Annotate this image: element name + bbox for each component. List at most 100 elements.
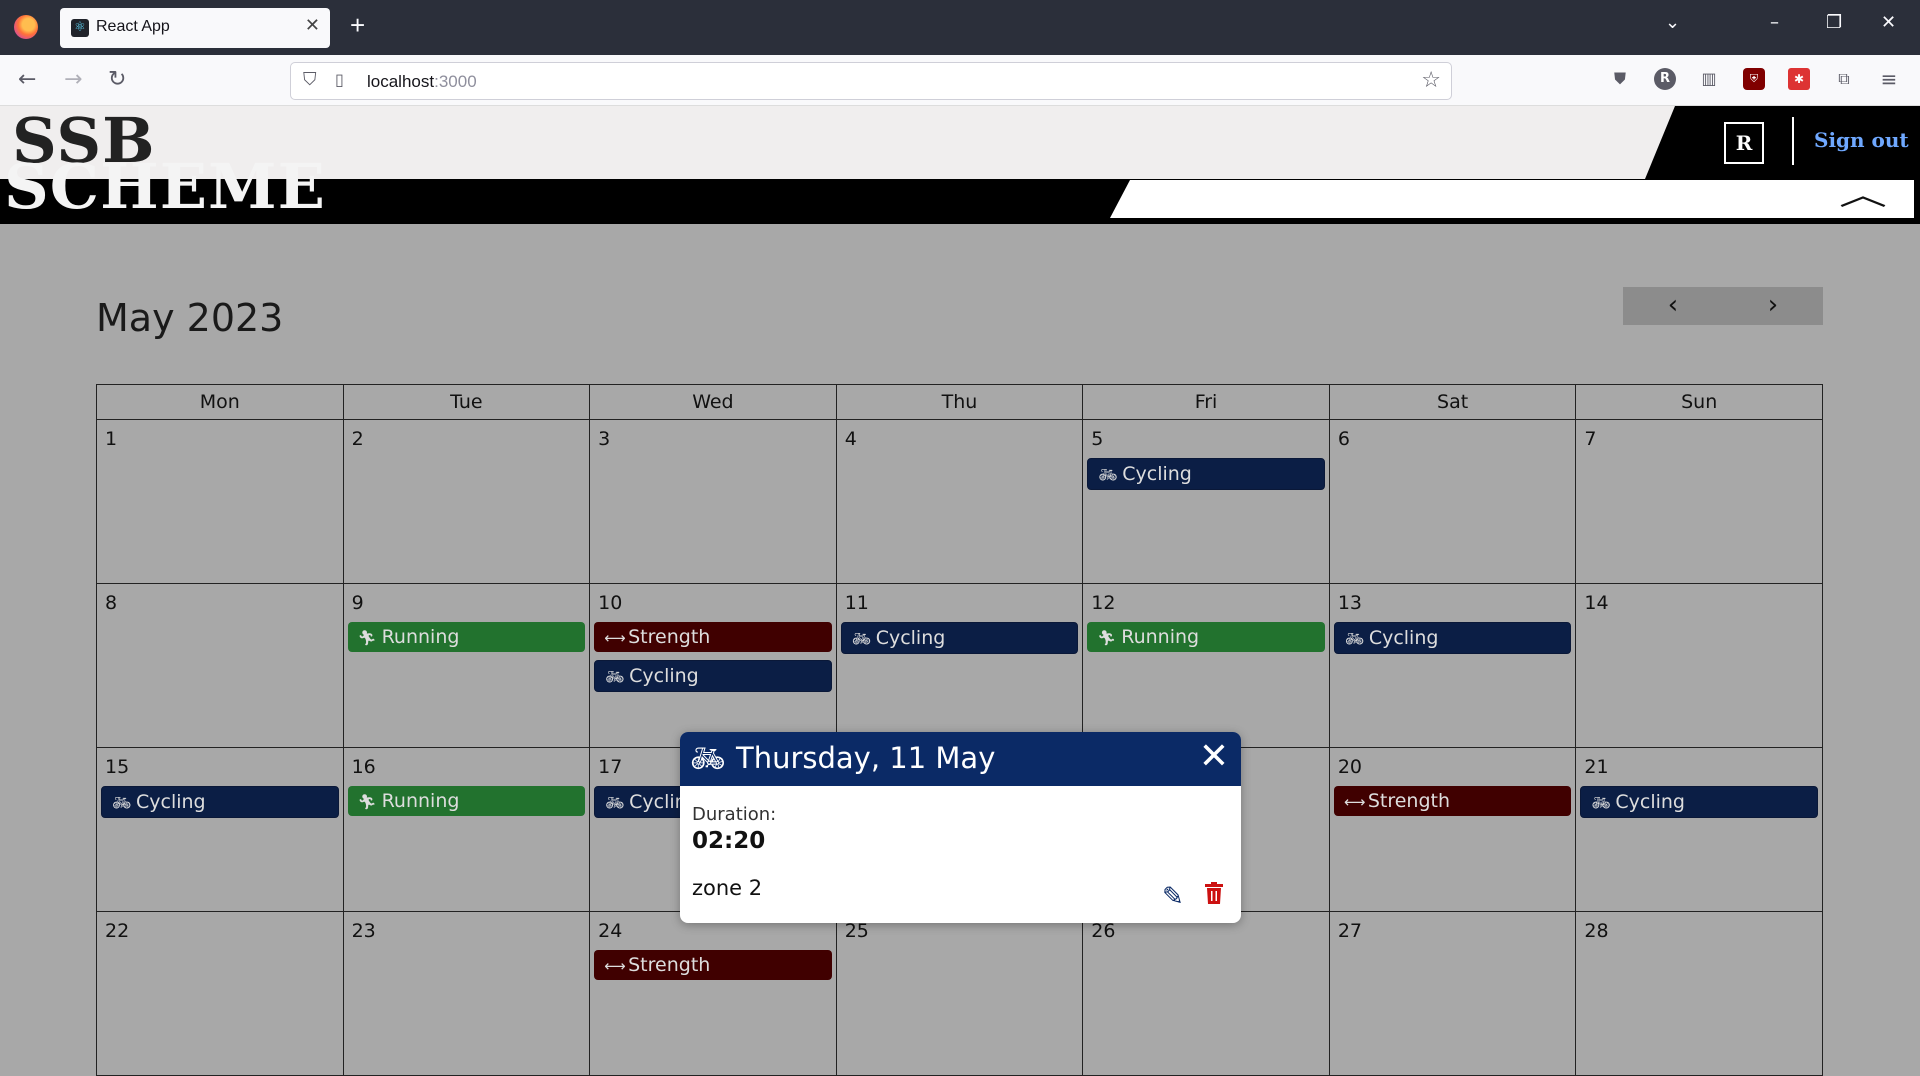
calendar-day-cell[interactable]: 2 — [342, 419, 591, 584]
extensions-puzzle-icon[interactable]: ⧉ — [1833, 68, 1855, 90]
list-all-tabs-icon[interactable]: ⌄ — [1665, 12, 1680, 33]
window-close-icon[interactable]: ✕ — [1881, 12, 1896, 33]
browser-tab[interactable]: ⚛ React App ✕ — [60, 8, 330, 48]
calendar-day-cell[interactable]: 13 🚲︎ Cycling — [1328, 583, 1577, 748]
dumbbell-icon: ⟷ — [604, 957, 626, 975]
day-number: 7 — [1584, 428, 1597, 450]
delete-trash-icon[interactable] — [1204, 882, 1224, 904]
next-month-button[interactable]: › — [1723, 290, 1823, 320]
calendar-grid: Mon Tue Wed Thu Fri Sat Sun 1 2 3 4 5 🚲︎ Cycli… — [96, 384, 1823, 1076]
calendar-day-cell[interactable]: 4 — [835, 419, 1084, 584]
forward-arrow-icon[interactable]: → — [64, 67, 82, 92]
bicycle-icon: 🚲︎ — [1098, 466, 1118, 484]
calendar-day-cell[interactable]: 22 — [96, 911, 344, 1076]
day-number: 10 — [598, 592, 623, 614]
day-number: 13 — [1337, 592, 1362, 614]
tab-close-icon[interactable]: ✕ — [305, 15, 320, 36]
edit-pencil-icon[interactable]: ✎ — [1162, 882, 1184, 912]
weekday-tue: Tue — [342, 384, 591, 420]
event-strength[interactable]: ⟷ Strength — [1333, 786, 1572, 816]
event-label: Cycling — [1122, 463, 1192, 485]
calendar-day-cell[interactable]: 12 🏃︎ Running — [1082, 583, 1330, 748]
page-info-icon[interactable]: ▯ — [335, 70, 344, 89]
sign-out-button[interactable]: Sign out — [1814, 128, 1909, 152]
extension-red-icon[interactable]: ✱ — [1788, 68, 1810, 90]
calendar-day-cell[interactable]: 21 🚲︎ Cycling — [1575, 747, 1823, 912]
duration-value: 02:20 — [692, 828, 766, 854]
event-strength[interactable]: ⟷ Strength — [594, 622, 832, 652]
event-label: Strength — [1367, 790, 1451, 812]
calendar-day-cell[interactable]: 7 — [1575, 419, 1823, 584]
tracking-shield-icon[interactable]: ⛉ — [303, 69, 317, 90]
calendar-day-cell[interactable]: 11 🚲︎ Cycling — [835, 583, 1084, 748]
minimize-icon[interactable]: – — [1770, 12, 1779, 33]
calendar-day-cell[interactable]: 25 — [835, 911, 1084, 1076]
header-divider — [1792, 117, 1794, 165]
reload-icon[interactable]: ↻ — [108, 67, 126, 92]
calendar-day-cell[interactable]: 28 — [1575, 911, 1823, 1076]
account-icon[interactable]: R — [1654, 68, 1676, 90]
running-icon: 🏃︎ — [1097, 629, 1117, 647]
popup-title: Thursday, 11 May — [736, 741, 996, 775]
calendar-day-cell[interactable]: 26 — [1082, 911, 1330, 1076]
url-bar[interactable]: ⛉ ▯ localhost:3000 ☆ — [290, 62, 1452, 100]
day-number: 6 — [1337, 428, 1350, 450]
day-number: 9 — [351, 592, 364, 614]
calendar-day-cell[interactable]: 3 — [589, 419, 837, 584]
event-cycling[interactable]: 🚲︎ Cycling — [840, 622, 1079, 654]
event-label: Cycling — [1615, 791, 1685, 813]
calendar-day-cell[interactable]: 1 — [96, 419, 344, 584]
url-text[interactable]: localhost:3000 — [367, 72, 477, 92]
back-arrow-icon[interactable]: ← — [18, 67, 36, 92]
month-title: May 2023 — [96, 296, 284, 340]
calendar-day-cell[interactable]: 10 ⟷ Strength 🚲︎ Cycling — [589, 583, 837, 748]
event-label: Cycling — [629, 665, 699, 687]
event-strength[interactable]: ⟷ Strength — [594, 950, 832, 980]
bicycle-icon: 🚲︎ — [690, 742, 726, 775]
event-cycling[interactable]: 🚲︎ Cycling — [1580, 786, 1818, 818]
bicycle-icon: 🚲︎ — [1344, 630, 1364, 648]
prev-month-button[interactable]: ‹ — [1623, 290, 1723, 320]
firefox-logo-icon[interactable] — [14, 15, 38, 39]
browser-tab-bar: ⚛ React App ✕ + ⌄ – ❐ ✕ — [0, 0, 1920, 55]
url-port: :3000 — [434, 72, 477, 91]
calendar-day-cell[interactable]: 27 — [1328, 911, 1577, 1076]
calendar-day-cell[interactable]: 8 — [96, 583, 344, 748]
bookmark-star-icon[interactable]: ☆ — [1421, 68, 1441, 93]
calendar-day-cell[interactable]: 5 🚲︎ Cycling — [1082, 419, 1330, 584]
avatar[interactable]: R — [1724, 122, 1764, 164]
event-cycling[interactable]: 🚲︎ Cycling — [101, 786, 339, 818]
calendar-day-cell[interactable]: 23 — [342, 911, 591, 1076]
calendar-day-cell[interactable]: 16 🏃︎ Running — [342, 747, 591, 912]
calendar-day-cell[interactable]: 9 🏃︎ Running — [342, 583, 591, 748]
day-number: 5 — [1091, 428, 1104, 450]
dumbbell-icon: ⟷ — [604, 629, 626, 647]
restore-icon[interactable]: ❐ — [1826, 12, 1842, 33]
close-popup-button[interactable]: ✕ — [1199, 736, 1229, 777]
brand-logo-line2[interactable]: SCHEME — [4, 158, 326, 223]
day-number: 22 — [105, 920, 130, 942]
event-cycling[interactable]: 🚲︎ Cycling — [1333, 622, 1572, 654]
calendar-day-cell[interactable]: 14 — [1575, 583, 1823, 748]
bicycle-icon: 🚲︎ — [851, 630, 871, 648]
event-running[interactable]: 🏃︎ Running — [347, 622, 586, 652]
pocket-icon[interactable]: ⛊ — [1609, 68, 1631, 90]
collapsible-panel — [1110, 180, 1914, 218]
ublock-icon[interactable]: ⛨ — [1743, 68, 1765, 90]
event-cycling[interactable]: 🚲︎ Cycling — [594, 660, 832, 692]
url-host: localhost — [367, 72, 435, 91]
extension-grid-icon[interactable]: ▥ — [1698, 68, 1720, 90]
bicycle-icon: 🚲︎ — [605, 668, 625, 686]
running-icon: 🏃︎ — [357, 629, 377, 647]
event-cycling[interactable]: 🚲︎ Cycling — [1087, 458, 1325, 490]
event-running[interactable]: 🏃︎ Running — [1087, 622, 1325, 652]
new-tab-icon[interactable]: + — [350, 10, 365, 41]
calendar-day-cell[interactable]: 6 — [1328, 419, 1577, 584]
calendar-day-cell[interactable]: 20 ⟷ Strength — [1328, 747, 1577, 912]
menu-hamburger-icon[interactable]: ≡ — [1878, 68, 1900, 90]
calendar-day-cell[interactable]: 15 🚲︎ Cycling — [96, 747, 344, 912]
day-number: 20 — [1337, 756, 1362, 778]
tab-title: React App — [96, 18, 170, 35]
event-running[interactable]: 🏃︎ Running — [347, 786, 586, 816]
calendar-day-cell[interactable]: 24 ⟷ Strength — [589, 911, 837, 1076]
